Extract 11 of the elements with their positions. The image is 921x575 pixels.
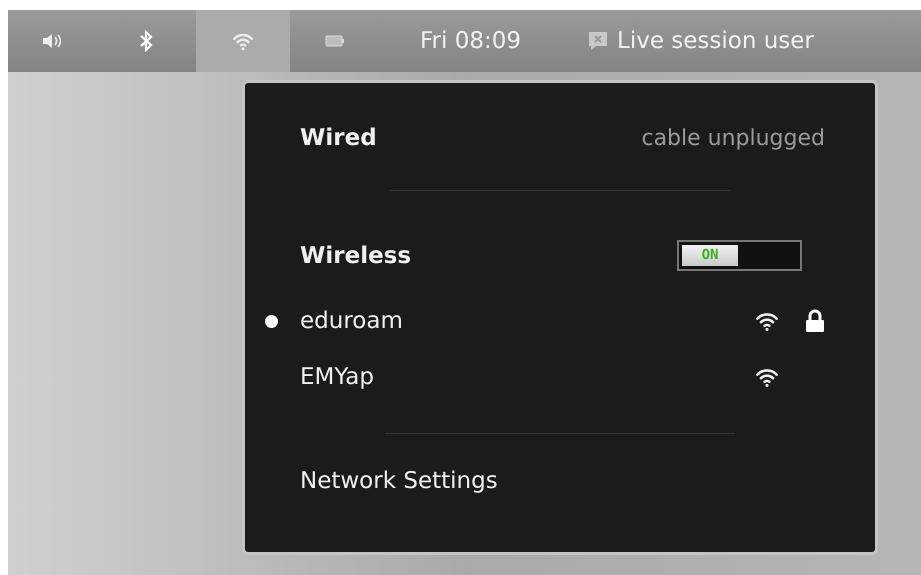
network-item[interactable]: EMYap — [245, 349, 875, 405]
menu-item[interactable]: Network Settings — [300, 468, 498, 494]
section-label: Wired — [300, 124, 377, 153]
battery-icon — [325, 35, 345, 47]
speaker-icon — [42, 33, 62, 49]
bluetooth-icon — [139, 30, 153, 52]
network-item[interactable]: eduroam — [245, 293, 875, 349]
wired-status: cable unplugged — [641, 124, 825, 153]
indicator-button[interactable] — [196, 10, 290, 72]
section-label: Wireless — [300, 242, 412, 270]
chat-bubble-icon — [587, 30, 609, 52]
